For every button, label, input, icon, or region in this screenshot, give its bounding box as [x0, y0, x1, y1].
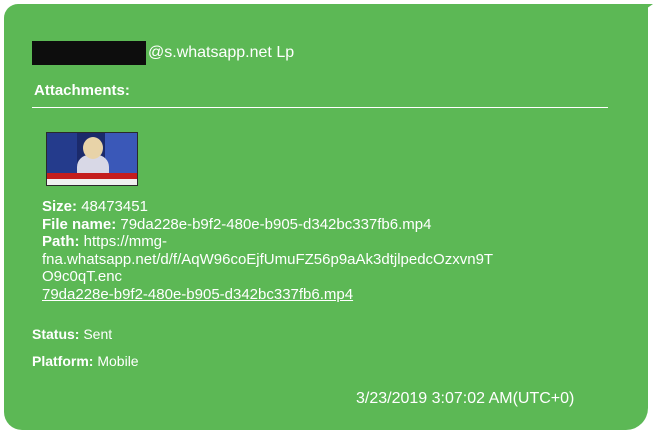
thumbnail-background-right	[105, 133, 137, 173]
message-timestamp: 3/23/2019 3:07:02 AM(UTC+0)	[356, 390, 575, 407]
platform-value: Mobile	[97, 353, 139, 369]
size-value: 48473451	[81, 198, 148, 215]
attachment-details: Size: 48473451 File name: 79da228e-b9f2-…	[42, 198, 493, 303]
path-label: Path:	[42, 233, 80, 250]
thumbnail-person-head	[83, 137, 103, 159]
size-row: Size: 48473451	[42, 198, 493, 216]
video-thumbnail[interactable]	[46, 132, 138, 186]
path-line-2: fna.whatsapp.net/d/f/AqW96coEjfUmuFZ56p9…	[42, 250, 494, 268]
path-line-3: O9c0qT.enc	[42, 268, 123, 285]
divider	[32, 107, 608, 108]
size-label: Size:	[42, 198, 78, 215]
thumbnail-background-left	[47, 133, 77, 173]
platform-label: Platform:	[32, 353, 94, 369]
status-value: Sent	[83, 326, 113, 342]
status-label: Status:	[32, 326, 80, 342]
path-row: Path: https://mmg-	[42, 233, 493, 251]
thumbnail-news-ticker-lower	[47, 179, 137, 185]
attachments-heading: Attachments:	[34, 82, 130, 99]
path-line-1: https://mmg-	[83, 233, 168, 250]
sender-domain: @s.whatsapp.net Lp	[148, 44, 295, 61]
redacted-phone-number	[32, 41, 146, 65]
message-bubble: @s.whatsapp.net Lp Attachments: Size: 48…	[4, 4, 648, 430]
sender-row: @s.whatsapp.net Lp	[32, 40, 294, 66]
attachment-file-link[interactable]: 79da228e-b9f2-480e-b905-d342bc337fb6.mp4	[42, 286, 493, 304]
file-name-value: 79da228e-b9f2-480e-b905-d342bc337fb6.mp4	[120, 215, 432, 233]
status-row: Status: Sent	[32, 326, 112, 342]
file-name-label: File name:	[42, 215, 117, 233]
platform-row: Platform: Mobile	[32, 353, 139, 369]
file-name-row: File name: 79da228e-b9f2-480e-b905-d342b…	[42, 216, 493, 234]
